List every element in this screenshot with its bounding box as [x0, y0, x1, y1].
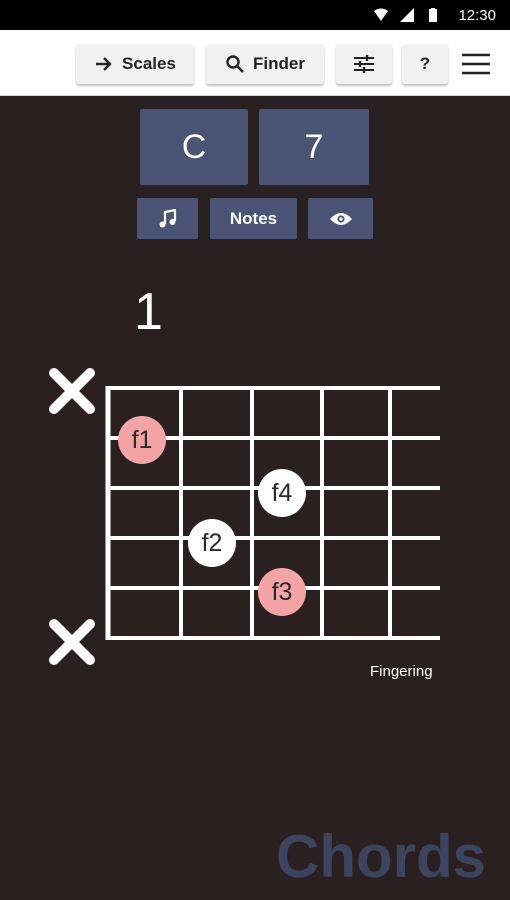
finger-label: f2	[201, 528, 223, 557]
menu-button[interactable]	[456, 44, 496, 84]
toolbar: Scales Finder ?	[0, 30, 510, 96]
play-sound-button[interactable]	[137, 198, 198, 239]
notes-button[interactable]: Notes	[210, 198, 297, 239]
finger-dot[interactable]: f3	[258, 568, 306, 616]
finder-label: Finder	[253, 54, 305, 73]
fret-number: 1	[134, 283, 163, 341]
view-button[interactable]	[308, 198, 373, 239]
hamburger-menu-icon	[462, 53, 490, 75]
finder-button[interactable]: Finder	[206, 44, 324, 84]
sliders-icon	[354, 55, 374, 73]
finger-label: f4	[271, 478, 293, 507]
settings-button[interactable]	[336, 44, 392, 84]
chords-watermark: Chords	[276, 823, 486, 890]
fretboard	[0, 0, 510, 900]
finger-label: f3	[271, 577, 293, 606]
chord-root-button[interactable]: C	[140, 109, 248, 185]
muted-string-icon	[49, 368, 95, 414]
help-label: ?	[419, 54, 431, 73]
chord-root-label: C	[181, 127, 207, 166]
finger-dot[interactable]: f4	[258, 469, 306, 517]
finger-dot[interactable]: f2	[188, 519, 236, 567]
arrow-right-icon	[96, 57, 112, 71]
fretboard-grid	[105, 386, 440, 640]
help-button[interactable]: ?	[402, 44, 448, 84]
battery-icon	[429, 8, 438, 22]
finger-label: f1	[131, 425, 153, 454]
finger-dot[interactable]: f1	[118, 416, 166, 464]
status-bar: 12:30	[0, 0, 510, 30]
signal-icon	[400, 8, 415, 22]
muted-string-icon	[49, 619, 95, 665]
notes-label: Notes	[229, 208, 278, 228]
chord-type-button[interactable]: 7	[259, 109, 369, 185]
music-note-icon	[159, 208, 176, 227]
fingering-mode-label[interactable]: Fingering	[370, 663, 433, 680]
chord-type-label: 7	[304, 127, 324, 166]
scales-button[interactable]: Scales	[76, 44, 194, 84]
status-time: 12:30	[458, 6, 496, 24]
scales-label: Scales	[122, 54, 176, 73]
search-icon	[226, 55, 244, 73]
wifi-icon	[374, 8, 389, 21]
eye-icon	[329, 212, 352, 225]
